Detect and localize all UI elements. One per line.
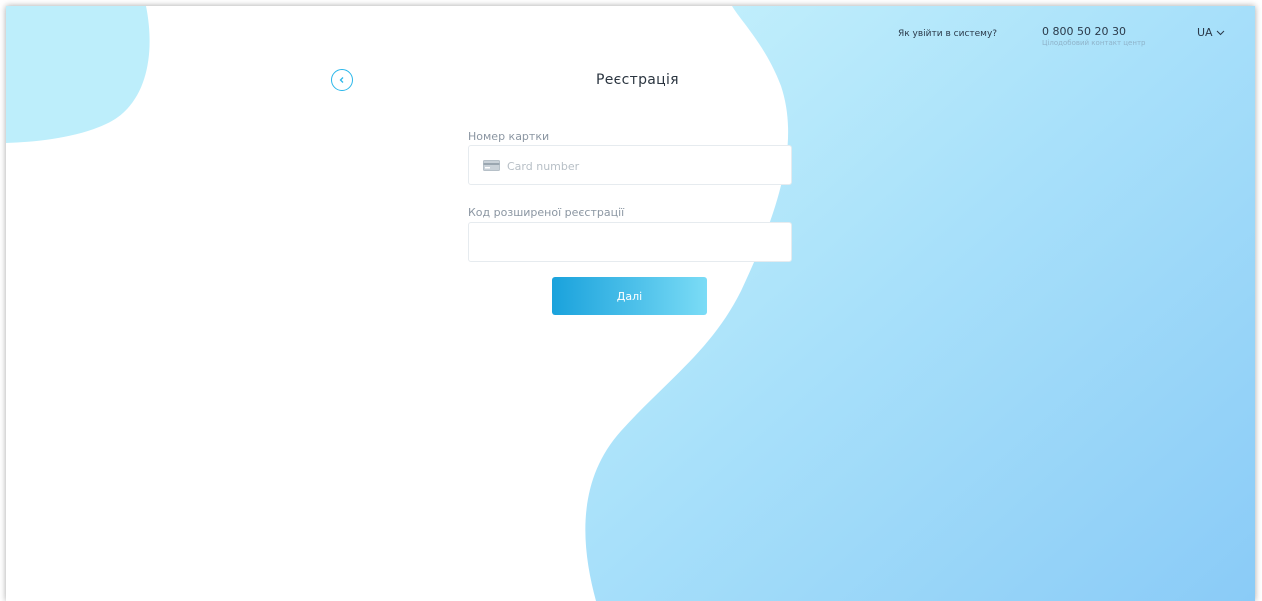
chevron-left-icon bbox=[339, 77, 344, 83]
extended-code-label: Код розширеної реєстрації bbox=[468, 206, 625, 219]
how-to-login-link[interactable]: Як увійти в систему? bbox=[898, 29, 997, 39]
extended-code-field[interactable] bbox=[468, 222, 792, 262]
registration-page: Як увійти в систему? 0 800 50 20 30 Ціло… bbox=[6, 6, 1255, 601]
contact-phone[interactable]: 0 800 50 20 30 bbox=[1042, 25, 1182, 38]
next-button[interactable]: Далі bbox=[552, 277, 707, 315]
card-number-input[interactable] bbox=[507, 158, 777, 174]
back-button[interactable] bbox=[331, 69, 353, 91]
credit-card-icon bbox=[483, 160, 500, 171]
card-number-field[interactable] bbox=[468, 145, 792, 185]
chevron-down-icon bbox=[1216, 30, 1224, 35]
language-label: UA bbox=[1197, 26, 1213, 39]
card-number-label: Номер картки bbox=[468, 130, 550, 143]
extended-code-input[interactable] bbox=[483, 235, 777, 251]
contact-center: 0 800 50 20 30 Цілодобовий контакт центр bbox=[1042, 25, 1182, 47]
page-title: Реєстрація bbox=[596, 72, 679, 88]
contact-caption: Цілодобовий контакт центр bbox=[1042, 39, 1146, 47]
language-selector[interactable]: UA bbox=[1197, 26, 1225, 39]
top-navigation: Як увійти в систему? 0 800 50 20 30 Ціло… bbox=[6, 6, 1255, 66]
